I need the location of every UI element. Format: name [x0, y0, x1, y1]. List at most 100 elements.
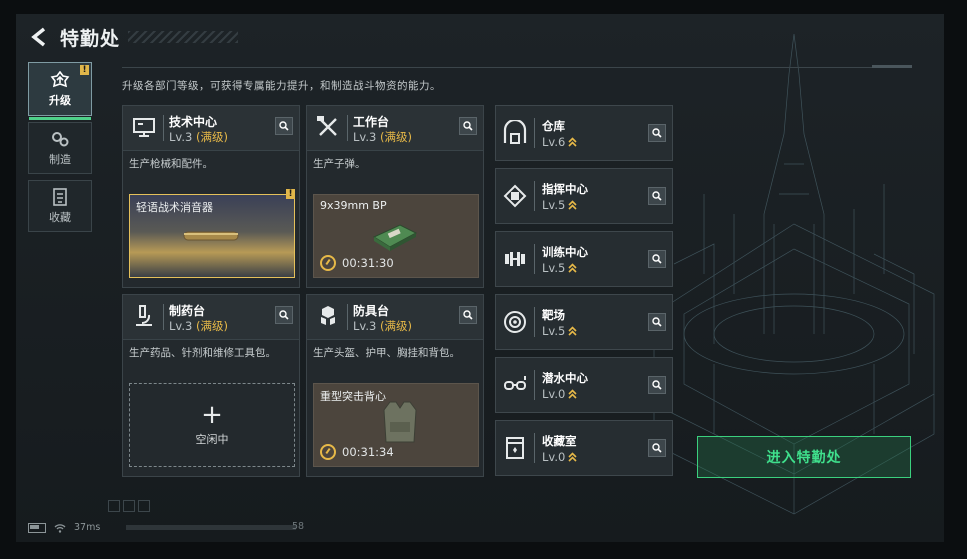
separator — [534, 370, 535, 400]
facility-level: Lv.0 — [542, 450, 577, 464]
timer-icon — [320, 255, 336, 271]
suppressor-icon — [183, 231, 239, 241]
upgrade-gear-icon — [50, 70, 70, 87]
status-bar: 37ms — [28, 522, 100, 533]
timer-text: 00:31:30 — [342, 256, 394, 270]
facility-level: Lv.6 — [542, 135, 577, 149]
sidebar-item-collection[interactable]: 收藏 — [28, 180, 92, 232]
slot-item-name: 轻语战术消音器 — [136, 201, 213, 214]
card-header: 防具台 Lv.3 (满级) — [307, 295, 483, 340]
vest-icon — [383, 401, 417, 443]
card-title: 工作台 — [353, 115, 390, 129]
timer-icon — [320, 444, 336, 460]
timer-text: 00:31:34 — [342, 445, 394, 459]
enter-special-ops-button[interactable]: 进入特勤处 — [697, 436, 911, 478]
facility-name: 指挥中心 — [542, 182, 588, 196]
ammo-box-icon — [372, 224, 418, 251]
search-icon — [652, 254, 662, 264]
search-button[interactable] — [648, 250, 666, 268]
add-icon: + — [201, 400, 223, 430]
search-button[interactable] — [648, 376, 666, 394]
upgrade-arrow-icon — [568, 200, 577, 210]
sidebar-item-upgrade[interactable]: ! 升级 — [28, 62, 92, 120]
status-number: 58 — [292, 521, 305, 532]
facility-card-pharmacy[interactable]: 制药台 Lv.3 (满级) 生产药品、针剂和维修工具包。 + 空闲中 — [122, 294, 300, 477]
display-case-icon — [506, 437, 524, 459]
search-button[interactable] — [275, 306, 293, 324]
search-button[interactable] — [648, 313, 666, 331]
sidebar: ! 升级 制造 收藏 — [28, 62, 94, 238]
facility-name: 仓库 — [542, 119, 565, 133]
tools-icon — [317, 116, 337, 136]
sidebar-item-label: 升级 — [49, 93, 71, 107]
upgrade-arrow-icon — [568, 452, 577, 462]
search-icon — [652, 317, 662, 327]
search-icon — [652, 443, 662, 453]
separator — [534, 307, 535, 337]
card-header: 工作台 Lv.3 (满级) — [307, 106, 483, 151]
search-button[interactable] — [275, 117, 293, 135]
back-arrow-icon[interactable] — [28, 26, 50, 48]
empty-production-slot[interactable]: + 空闲中 — [129, 383, 295, 467]
dumbbell-icon — [505, 252, 525, 266]
decoration — [108, 500, 150, 512]
production-slot[interactable]: ! 轻语战术消音器 — [129, 189, 295, 278]
upgrade-arrow-icon — [568, 389, 577, 399]
craft-gears-icon — [52, 131, 69, 146]
separator — [347, 304, 348, 330]
card-title: 技术中心 — [169, 115, 218, 129]
facility-card-workbench[interactable]: 工作台 Lv.3 (满级) 生产子弹。 9x39mm BP 00:31:30 — [306, 105, 484, 288]
facility-item-command-center[interactable]: 指挥中心 Lv.5 — [495, 168, 673, 224]
facility-level: Lv.5 — [542, 324, 577, 338]
separator — [534, 181, 535, 211]
title-decoration — [128, 31, 238, 43]
card-level: Lv.3 (满级) — [169, 130, 228, 144]
alert-badge: ! — [80, 65, 89, 75]
facility-item-training-center[interactable]: 训练中心 Lv.5 — [495, 231, 673, 287]
search-icon — [463, 121, 473, 131]
separator — [534, 118, 535, 148]
card-description: 生产头盔、护甲、胸挂和背包。 — [313, 347, 460, 359]
search-button[interactable] — [648, 187, 666, 205]
upgrade-arrow-icon — [568, 263, 577, 273]
facility-card-tech-center[interactable]: 技术中心 Lv.3 (满级) 生产枪械和配件。 ! 轻语战术消音器 — [122, 105, 300, 288]
facility-level: Lv.5 — [542, 261, 577, 275]
card-header: 技术中心 Lv.3 (满级) — [123, 106, 299, 151]
facility-name: 靶场 — [542, 308, 565, 322]
facility-level: Lv.0 — [542, 387, 577, 401]
status-track — [126, 525, 296, 530]
microscope-icon — [136, 305, 152, 326]
search-button[interactable] — [648, 124, 666, 142]
armor-plates-icon — [321, 306, 335, 325]
facility-item-warehouse[interactable]: 仓库 Lv.6 — [495, 105, 673, 161]
sidebar-item-label: 制造 — [49, 152, 71, 166]
monitor-icon — [133, 118, 155, 137]
search-button[interactable] — [459, 306, 477, 324]
search-button[interactable] — [648, 439, 666, 457]
production-timer: 00:31:34 — [320, 444, 394, 460]
sidebar-item-craft[interactable]: 制造 — [28, 122, 92, 174]
card-description: 生产药品、针剂和维修工具包。 — [129, 347, 276, 359]
card-level: Lv.3 (满级) — [353, 319, 412, 333]
search-button[interactable] — [459, 117, 477, 135]
alert-badge: ! — [286, 189, 295, 199]
chip-icon — [503, 184, 527, 208]
facility-item-diving-center[interactable]: 潜水中心 Lv.0 — [495, 357, 673, 413]
separator — [163, 115, 164, 141]
facility-item-shooting-range[interactable]: 靶场 Lv.5 — [495, 294, 673, 350]
idle-label: 空闲中 — [195, 433, 229, 446]
facility-level: Lv.5 — [542, 198, 577, 212]
production-slot[interactable]: 重型突击背心 00:31:34 — [313, 383, 479, 467]
search-icon — [463, 310, 473, 320]
upgrade-arrow-icon — [568, 137, 577, 147]
diving-goggles-icon — [504, 376, 526, 390]
facility-item-collection-room[interactable]: 收藏室 Lv.0 — [495, 420, 673, 476]
facility-card-armory[interactable]: 防具台 Lv.3 (满级) 生产头盔、护甲、胸挂和背包。 重型突击背心 00:3… — [306, 294, 484, 477]
slot-item-name: 重型突击背心 — [320, 390, 386, 403]
upgrade-arrow-icon — [568, 326, 577, 336]
ping-text: 37ms — [74, 522, 101, 533]
collection-icon — [53, 187, 67, 206]
search-icon — [279, 121, 289, 131]
production-slot[interactable]: 9x39mm BP 00:31:30 — [313, 194, 479, 278]
warehouse-icon — [503, 120, 527, 144]
